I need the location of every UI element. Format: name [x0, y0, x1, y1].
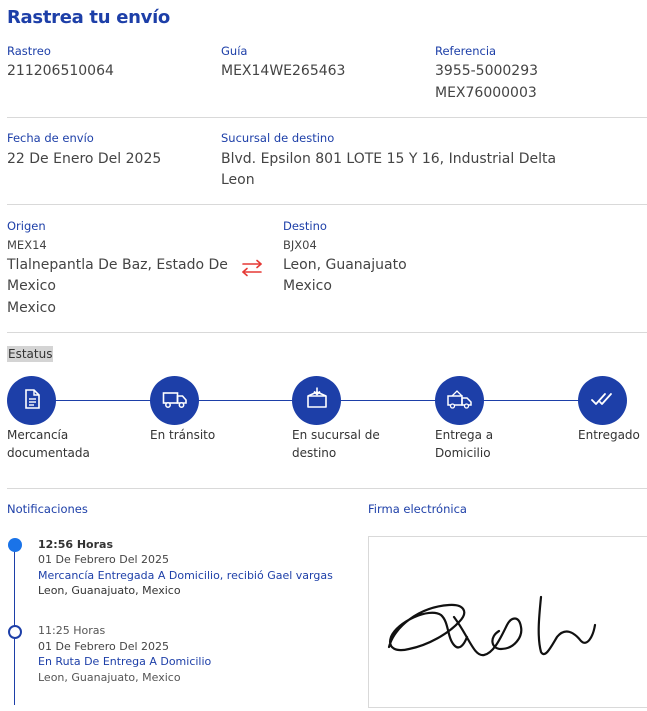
event-time: 11:25 Horas [38, 624, 106, 637]
swap-arrows-icon [240, 259, 264, 277]
origen-city-2: Mexico [7, 278, 56, 294]
status-step-label: En tránsito [150, 428, 216, 442]
sucursal-destino-label: Sucursal de destino [221, 131, 335, 145]
status-step-label: documentada [7, 446, 90, 460]
destino-code: BJX04 [283, 238, 317, 252]
referencia-value-2: MEX76000003 [435, 85, 537, 101]
status-step-entrega [435, 376, 484, 425]
event-description: En Ruta De Entrega A Domicilio [38, 655, 212, 668]
status-label: Estatus [7, 346, 54, 362]
destino-country: Mexico [283, 278, 332, 294]
divider [7, 204, 647, 205]
divider [7, 332, 647, 333]
sucursal-destino-value-1: Blvd. Epsilon 801 LOTE 15 Y 16, Industri… [221, 151, 557, 167]
document-icon [21, 388, 43, 414]
status-step-label: Entregado [578, 428, 640, 442]
signature-label: Firma electrónica [368, 502, 467, 516]
status-step-label: destino [292, 446, 337, 460]
event-time: 12:56 Horas [38, 538, 114, 551]
rastreo-label: Rastreo [7, 44, 51, 58]
sucursal-destino-value-2: Leon [221, 172, 255, 188]
event-place: Leon, Guanajuato, Mexico [38, 584, 181, 597]
timeline-dot-current [8, 538, 22, 552]
origen-city-1: Tlalnepantla De Baz, Estado De [7, 257, 228, 273]
status-step-sucursal [292, 376, 341, 425]
delivery-van-icon [446, 388, 474, 414]
guia-label: Guía [221, 44, 248, 58]
status-step-label: Entrega a [435, 428, 494, 442]
page-title: Rastrea tu envío [7, 7, 171, 28]
guia-value: MEX14WE265463 [221, 63, 346, 79]
referencia-value-1: 3955-5000293 [435, 63, 539, 79]
fecha-envio-label: Fecha de envío [7, 131, 94, 145]
status-step-documentada [7, 376, 56, 425]
rastreo-value: 211206510064 [7, 63, 114, 79]
destino-label: Destino [283, 219, 327, 233]
event-description: Mercancía Entregada A Domicilio, recibió… [38, 569, 333, 582]
signature-image [387, 595, 597, 657]
divider [7, 117, 647, 118]
status-step-label: En sucursal de [292, 428, 380, 442]
event-place: Leon, Guanajuato, Mexico [38, 671, 181, 684]
origen-code: MEX14 [7, 238, 47, 252]
timeline-dot [8, 625, 22, 639]
double-check-icon [590, 391, 615, 411]
event-date: 01 De Febrero Del 2025 [38, 553, 170, 566]
truck-icon [162, 388, 188, 414]
origen-country: Mexico [7, 300, 56, 316]
status-step-label: Domicilio [435, 446, 491, 460]
signature-box [368, 536, 647, 708]
divider [7, 488, 647, 489]
notifications-label: Notificaciones [7, 502, 88, 516]
status-step-entregado [578, 376, 627, 425]
origen-label: Origen [7, 219, 46, 233]
status-step-label: Mercancía [7, 428, 69, 442]
status-step-transito [150, 376, 199, 425]
event-date: 01 De Febrero Del 2025 [38, 640, 170, 653]
destino-city: Leon, Guanajuato [283, 257, 407, 273]
package-icon [305, 387, 329, 415]
fecha-envio-value: 22 De Enero Del 2025 [7, 151, 162, 167]
referencia-label: Referencia [435, 44, 497, 58]
